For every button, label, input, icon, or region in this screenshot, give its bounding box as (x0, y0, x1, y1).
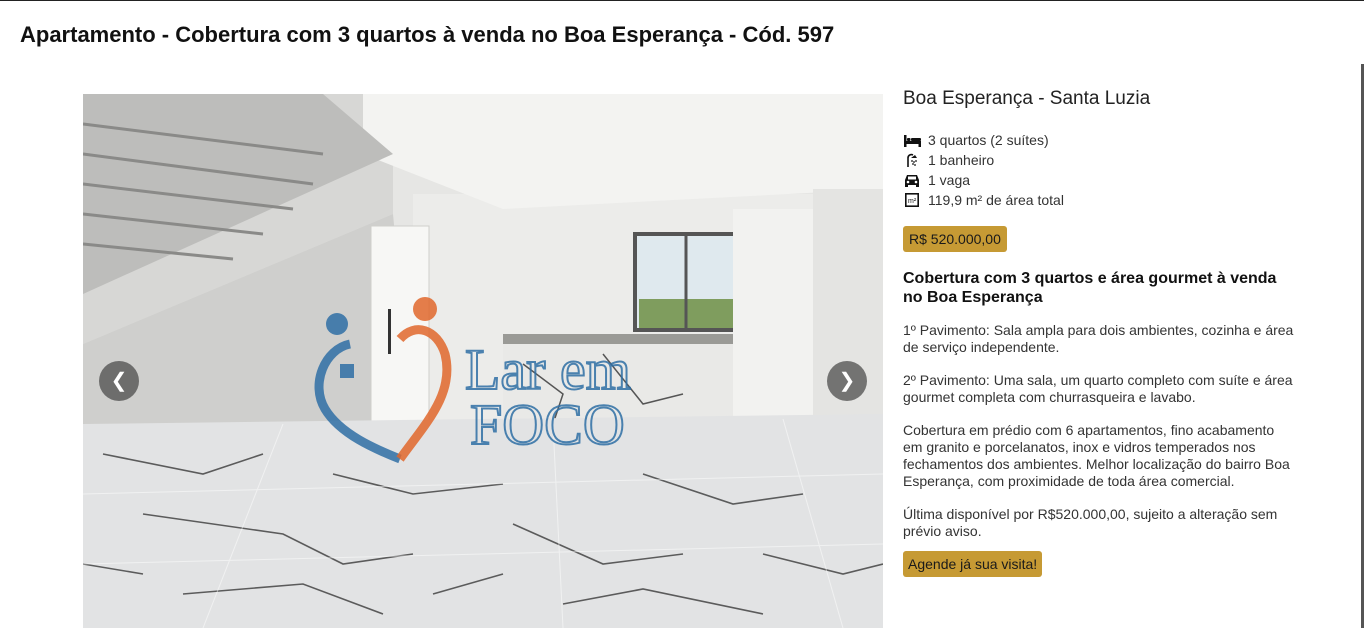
listing-info: Boa Esperança - Santa Luzia 3 quartos (2… (903, 88, 1295, 577)
gallery-prev-button[interactable]: ❮ (99, 361, 139, 401)
listing-location: Boa Esperança - Santa Luzia (903, 88, 1151, 109)
area-icon: m² (903, 193, 921, 207)
description-title: Cobertura com 3 quartos e área gourmet à… (903, 270, 1277, 306)
top-border (0, 0, 1364, 1)
feature-bathrooms: 1 banheiro (903, 150, 1295, 170)
feature-parking: 1 vaga (903, 170, 1295, 190)
feature-text: 1 vaga (928, 172, 971, 188)
description-paragraph: 2º Pavimento: Uma sala, um quarto comple… (903, 372, 1293, 405)
shower-icon (903, 153, 921, 167)
photo-gallery[interactable]: Lar em FOCO ❮ ❯ (83, 94, 883, 628)
watermark-logo: Lar em FOCO (314, 297, 632, 464)
feature-list: 3 quartos (2 suítes) 1 banheiro 1 vaga m… (903, 130, 1295, 210)
bed-icon (903, 133, 921, 147)
schedule-visit-button[interactable]: Agende já sua visita! (903, 551, 1043, 577)
car-icon (903, 173, 921, 187)
page-title: Apartamento - Cobertura com 3 quartos à … (20, 22, 835, 47)
feature-text: 119,9 m² de área total (928, 192, 1064, 208)
description-paragraph: Última disponível por R$520.000,00, suje… (903, 506, 1278, 539)
feature-text: 1 banheiro (928, 152, 995, 168)
watermark-text-2: FOCO (470, 392, 625, 457)
feature-area: m² 119,9 m² de área total (903, 190, 1295, 210)
feature-text: 3 quartos (2 suítes) (928, 132, 1049, 148)
price-badge: R$ 520.000,00 (903, 226, 1007, 252)
description-paragraph: 1º Pavimento: Sala ampla para dois ambie… (903, 322, 1294, 355)
svg-text:m²: m² (908, 198, 917, 205)
feature-bedrooms: 3 quartos (2 suítes) (903, 130, 1295, 150)
gallery-next-button[interactable]: ❯ (827, 361, 867, 401)
description-paragraph: Cobertura em prédio com 6 apartamentos, … (903, 422, 1290, 489)
